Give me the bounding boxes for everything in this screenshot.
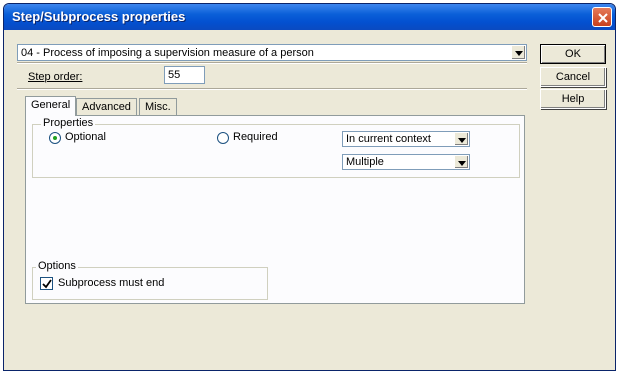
chevron-down-icon bbox=[458, 161, 466, 166]
options-group: Options Subprocess must end bbox=[32, 260, 268, 300]
dialog-window: Step/Subprocess properties 04 - Process … bbox=[3, 3, 616, 371]
subprocess-must-end-label[interactable]: Subprocess must end bbox=[58, 277, 164, 289]
multiplicity-select[interactable]: Multiple bbox=[342, 154, 470, 170]
optional-radio-dot bbox=[53, 136, 57, 140]
step-order-divider-bottom bbox=[17, 88, 527, 90]
required-label[interactable]: Required bbox=[233, 131, 278, 143]
window-title: Step/Subprocess properties bbox=[12, 9, 186, 24]
context-select-value: In current context bbox=[346, 133, 431, 145]
optional-label[interactable]: Optional bbox=[65, 131, 106, 143]
step-select[interactable]: 04 - Process of imposing a supervision m… bbox=[17, 44, 527, 61]
context-select[interactable]: In current context bbox=[342, 131, 470, 147]
chevron-down-icon bbox=[458, 138, 466, 143]
context-select-dropdown-button[interactable] bbox=[454, 133, 468, 145]
multiplicity-select-value: Multiple bbox=[346, 156, 384, 168]
options-group-label: Options bbox=[36, 260, 78, 272]
cancel-button[interactable]: Cancel bbox=[540, 67, 606, 87]
step-select-dropdown-button[interactable] bbox=[511, 46, 525, 59]
tab-advanced[interactable]: Advanced bbox=[76, 98, 137, 116]
close-button[interactable] bbox=[592, 7, 612, 27]
required-radio[interactable] bbox=[217, 132, 229, 144]
properties-group-label: Properties bbox=[41, 117, 96, 129]
step-order-input[interactable]: 55 bbox=[164, 66, 205, 84]
close-icon bbox=[598, 13, 608, 23]
multiplicity-select-dropdown-button[interactable] bbox=[454, 156, 468, 168]
tab-page-general: Properties Optional Required In current … bbox=[25, 115, 525, 304]
check-icon bbox=[42, 279, 52, 289]
step-order-label: Step order: bbox=[28, 71, 83, 83]
subprocess-must-end-checkbox[interactable] bbox=[40, 277, 53, 290]
ok-button[interactable]: OK bbox=[540, 44, 606, 64]
step-order-divider-top bbox=[17, 62, 527, 64]
optional-radio[interactable] bbox=[49, 132, 61, 144]
dialog-lower-area bbox=[4, 309, 615, 370]
title-bar[interactable]: Step/Subprocess properties bbox=[4, 4, 615, 30]
help-button[interactable]: Help bbox=[540, 89, 606, 109]
tab-misc[interactable]: Misc. bbox=[139, 98, 177, 116]
chevron-down-icon bbox=[515, 51, 523, 56]
properties-group: Properties Optional Required In current … bbox=[32, 117, 520, 178]
step-select-value: 04 - Process of imposing a supervision m… bbox=[21, 47, 314, 59]
tab-general[interactable]: General bbox=[25, 96, 77, 116]
